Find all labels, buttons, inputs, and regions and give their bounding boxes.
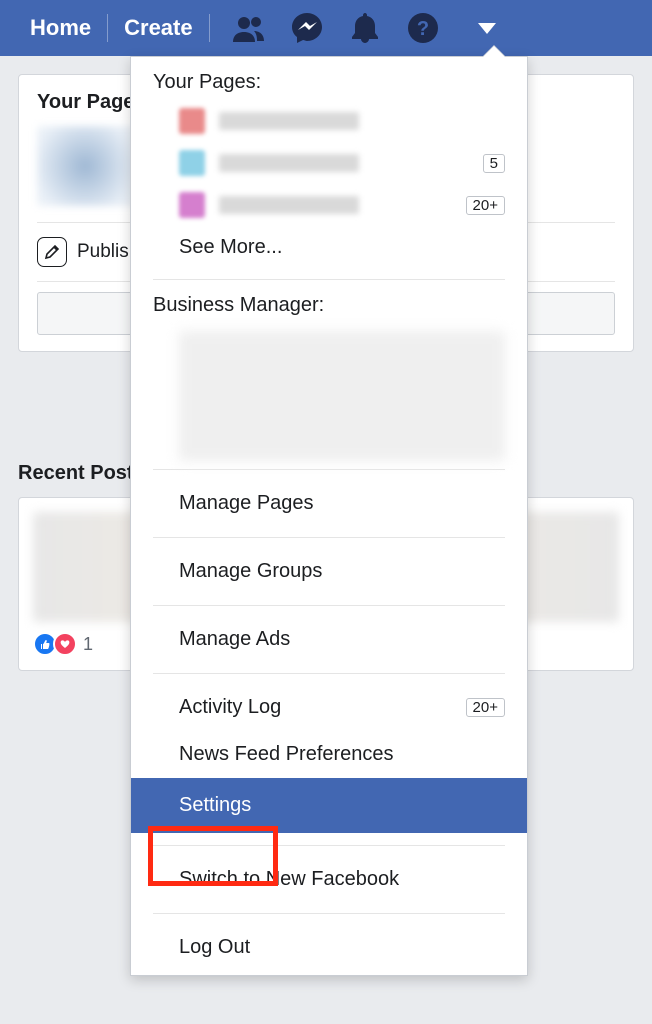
separator [153,537,505,538]
notifications-icon[interactable] [348,11,382,45]
activity-log-label: Activity Log [179,696,281,719]
reaction-count: 1 [83,634,93,655]
love-reaction-icon [53,632,77,656]
page-row[interactable]: 5 [131,142,527,184]
your-pages-heading: Your Pages: [131,57,527,100]
top-navigation-bar: Home Create ? [0,0,652,56]
page-name-blurred [219,196,359,214]
page-thumb-icon [179,150,205,176]
business-manager-blurred [179,331,505,461]
svg-text:?: ? [417,18,429,40]
switch-to-new-facebook-item[interactable]: Switch to New Facebook [131,852,527,907]
create-link[interactable]: Create [108,15,208,41]
page-row[interactable]: 20+ [131,184,527,226]
separator [153,673,505,674]
manage-ads-item[interactable]: Manage Ads [131,612,527,667]
manage-groups-item[interactable]: Manage Groups [131,544,527,599]
separator [153,469,505,470]
account-menu-caret-icon[interactable] [478,23,496,34]
activity-log-item[interactable]: Activity Log 20+ [131,680,527,735]
topbar-icons: ? [232,11,496,45]
separator [153,913,505,914]
page-name-blurred [219,112,359,130]
news-feed-preferences-item[interactable]: News Feed Preferences [131,735,527,778]
page-name-blurred [219,154,359,172]
separator [153,279,505,280]
home-link[interactable]: Home [14,15,107,41]
help-icon[interactable]: ? [406,11,440,45]
see-more-link[interactable]: See More... [131,226,527,273]
page-thumb-icon [179,108,205,134]
separator [153,605,505,606]
settings-item[interactable]: Settings [131,778,527,833]
business-manager-heading: Business Manager: [131,286,527,323]
page-thumb-icon [179,192,205,218]
notification-badge: 20+ [466,698,505,717]
log-out-item[interactable]: Log Out [131,920,527,975]
messenger-icon[interactable] [290,11,324,45]
separator [153,845,505,846]
page-row[interactable] [131,100,527,142]
manage-pages-item[interactable]: Manage Pages [131,476,527,531]
divider [209,14,210,42]
pencil-icon [37,237,67,267]
notification-badge: 5 [483,154,505,173]
account-dropdown-menu: Your Pages: 5 20+ See More... Business M… [130,56,528,976]
notification-badge: 20+ [466,196,505,215]
friends-icon[interactable] [232,11,266,45]
